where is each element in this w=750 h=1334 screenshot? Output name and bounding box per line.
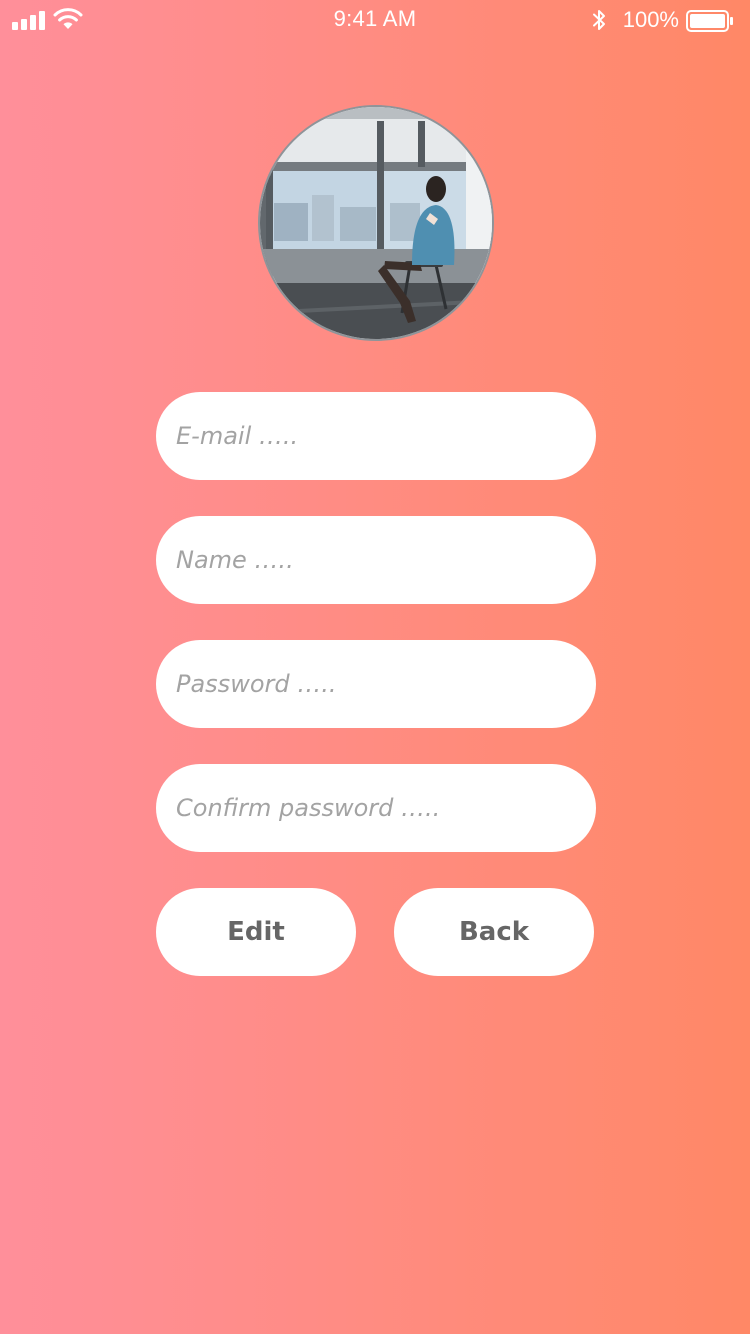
back-button[interactable]: Back (394, 888, 594, 976)
email-field[interactable] (156, 392, 596, 480)
avatar[interactable] (258, 105, 494, 341)
name-field[interactable] (156, 516, 596, 604)
password-field[interactable] (156, 640, 596, 728)
battery-percentage: 100% (622, 7, 679, 32)
status-bar: 9:41 AM 100% (0, 0, 750, 40)
edit-button[interactable]: Edit (156, 888, 356, 976)
profile-photo (260, 107, 492, 339)
bluetooth-icon (593, 10, 605, 30)
battery-icon (686, 10, 733, 32)
confirm-password-field[interactable] (156, 764, 596, 852)
